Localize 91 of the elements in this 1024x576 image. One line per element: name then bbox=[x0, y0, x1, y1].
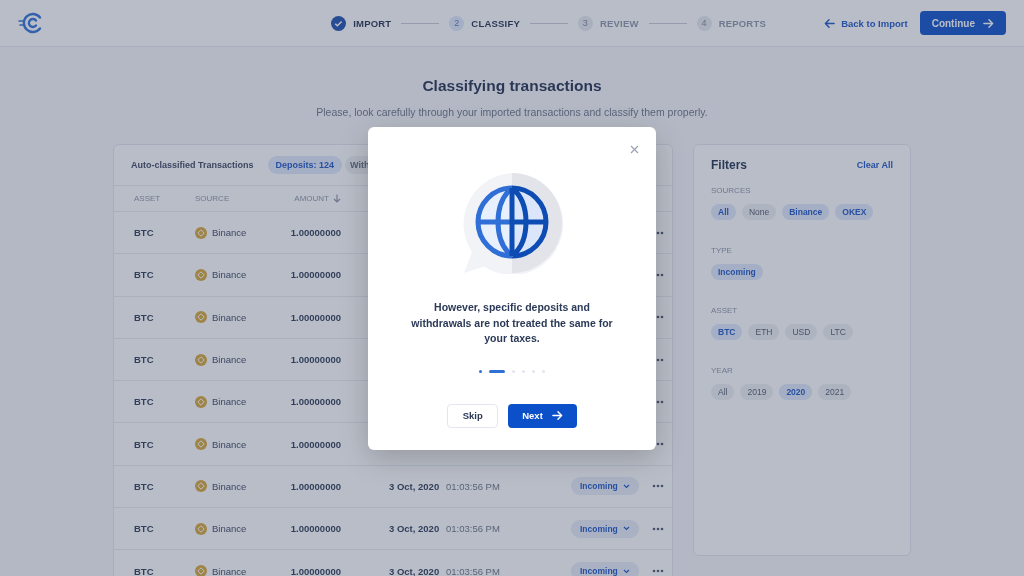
amount-cell-text: 1.00000000 bbox=[289, 438, 341, 450]
time-cell-text: 01:03:56 PM bbox=[446, 480, 501, 492]
asset-cell-text: BTC bbox=[134, 480, 155, 492]
filter-chip[interactable]: BTC bbox=[711, 324, 743, 340]
column-header[interactable]: AMOUNT bbox=[277, 194, 341, 203]
filter-chip[interactable]: OKEX bbox=[835, 204, 874, 220]
type-dropdown[interactable]: Incoming bbox=[571, 477, 639, 496]
filter-chip[interactable]: 2021 bbox=[818, 384, 852, 400]
coin-icon bbox=[195, 268, 207, 281]
coin-icon bbox=[195, 522, 207, 535]
clear-all-link[interactable]: Clear All bbox=[856, 160, 893, 170]
amount-cell-text: 1.00000000 bbox=[289, 565, 341, 576]
chevron-down-icon bbox=[622, 483, 630, 489]
filter-group-label: TYPE bbox=[711, 246, 733, 255]
asset-cell-text: BTC bbox=[134, 396, 155, 408]
amount-cell-text: 1.00000000 bbox=[289, 523, 341, 535]
filter-chip[interactable]: Incoming bbox=[711, 264, 763, 280]
coin-icon bbox=[195, 311, 207, 324]
filter-group-label: ASSET bbox=[711, 306, 739, 315]
source-cell: Binance bbox=[212, 396, 247, 408]
filter-tab[interactable]: Deposits: 124 bbox=[267, 156, 343, 174]
coin-icon bbox=[195, 438, 207, 451]
more-icon[interactable] bbox=[652, 569, 664, 573]
type-dropdown[interactable]: Incoming bbox=[571, 519, 639, 538]
amount-cell-text: 1.00000000 bbox=[289, 354, 341, 366]
table-title: Auto-classified Transactions bbox=[131, 160, 254, 170]
source-cell: Binance bbox=[212, 227, 247, 239]
coin-icon bbox=[195, 226, 207, 239]
coin-icon bbox=[195, 395, 207, 408]
filters-title: Filters bbox=[711, 158, 747, 172]
arrow-right-icon bbox=[551, 410, 563, 421]
source-cell: Binance bbox=[212, 480, 247, 492]
pager-dot[interactable] bbox=[479, 369, 482, 373]
filter-chip[interactable]: All bbox=[711, 384, 735, 400]
coin-icon bbox=[195, 480, 207, 493]
filter-chip[interactable]: USD bbox=[785, 324, 818, 340]
filter-chip[interactable]: 2020 bbox=[779, 384, 813, 400]
asset-cell-text: BTC bbox=[134, 311, 155, 323]
page-subtitle: Please, look carefully through your imported transactions and classify them properly. bbox=[316, 106, 708, 118]
filter-chip[interactable]: Binance bbox=[782, 204, 830, 220]
amount-cell-text: 1.00000000 bbox=[289, 311, 341, 323]
back-link[interactable]: Back to Import bbox=[824, 17, 908, 29]
asset-cell-text: BTC bbox=[134, 227, 155, 239]
time-cell-text: 01:03:56 PM bbox=[446, 565, 501, 576]
amount-cell-text: 1.00000000 bbox=[289, 269, 341, 281]
chevron-down-icon bbox=[622, 526, 630, 532]
continue-button[interactable]: Continue bbox=[919, 11, 1006, 35]
amount-cell-text: 1.00000000 bbox=[289, 480, 341, 492]
dialog-message: However, specific deposits and withdrawals are not treated the same for your taxes. bbox=[410, 300, 614, 346]
source-cell: Binance bbox=[212, 438, 247, 450]
asset-cell-text: BTC bbox=[134, 269, 155, 281]
step-item[interactable]: IMPORT bbox=[331, 15, 392, 31]
date-cell-text: 3 Oct, 2020 bbox=[389, 523, 441, 535]
asset-cell-text: BTC bbox=[134, 565, 155, 576]
type-dropdown[interactable]: Incoming bbox=[571, 562, 639, 576]
sort-down-icon bbox=[333, 194, 341, 203]
asset-cell-text: BTC bbox=[134, 523, 155, 535]
page-title: Classifying transactions bbox=[422, 77, 602, 95]
amount-cell-text: 1.00000000 bbox=[289, 227, 341, 239]
filter-chip[interactable]: All bbox=[711, 204, 736, 220]
logo-icon[interactable] bbox=[18, 11, 43, 35]
date-cell-text: 3 Oct, 2020 bbox=[389, 480, 441, 492]
asset-cell-text: BTC bbox=[134, 354, 155, 366]
asset-cell-text: BTC bbox=[134, 438, 155, 450]
skip-button[interactable]: Skip bbox=[447, 403, 499, 428]
source-cell: Binance bbox=[212, 523, 247, 535]
more-icon[interactable] bbox=[652, 484, 664, 489]
filter-group-label: YEAR bbox=[711, 366, 734, 375]
coin-icon bbox=[195, 353, 207, 366]
filter-chip[interactable]: ETH bbox=[748, 324, 780, 340]
arrow-left-icon bbox=[824, 17, 836, 29]
column-header: SOURCE bbox=[195, 194, 231, 203]
source-cell: Binance bbox=[212, 565, 247, 576]
close-icon[interactable] bbox=[630, 145, 639, 154]
filter-chip[interactable]: 2019 bbox=[740, 384, 774, 400]
amount-cell-text: 1.00000000 bbox=[289, 396, 341, 408]
more-icon[interactable] bbox=[652, 526, 664, 531]
arrow-right-icon bbox=[983, 17, 994, 29]
source-cell: Binance bbox=[212, 354, 247, 366]
filter-chip[interactable]: None bbox=[741, 204, 777, 220]
source-cell: Binance bbox=[212, 269, 247, 281]
source-cell: Binance bbox=[212, 311, 247, 323]
step-item[interactable]: 2 CLASSIFY bbox=[449, 15, 520, 31]
column-header: ASSET bbox=[134, 194, 162, 203]
filter-group-label: SOURCES bbox=[711, 186, 752, 195]
filter-chip[interactable]: LTC bbox=[823, 324, 853, 340]
check-icon bbox=[331, 15, 347, 31]
next-button[interactable]: Next bbox=[508, 403, 577, 428]
date-cell-text: 3 Oct, 2020 bbox=[389, 565, 441, 576]
chevron-down-icon bbox=[622, 568, 630, 574]
time-cell-text: 01:03:56 PM bbox=[446, 523, 501, 535]
